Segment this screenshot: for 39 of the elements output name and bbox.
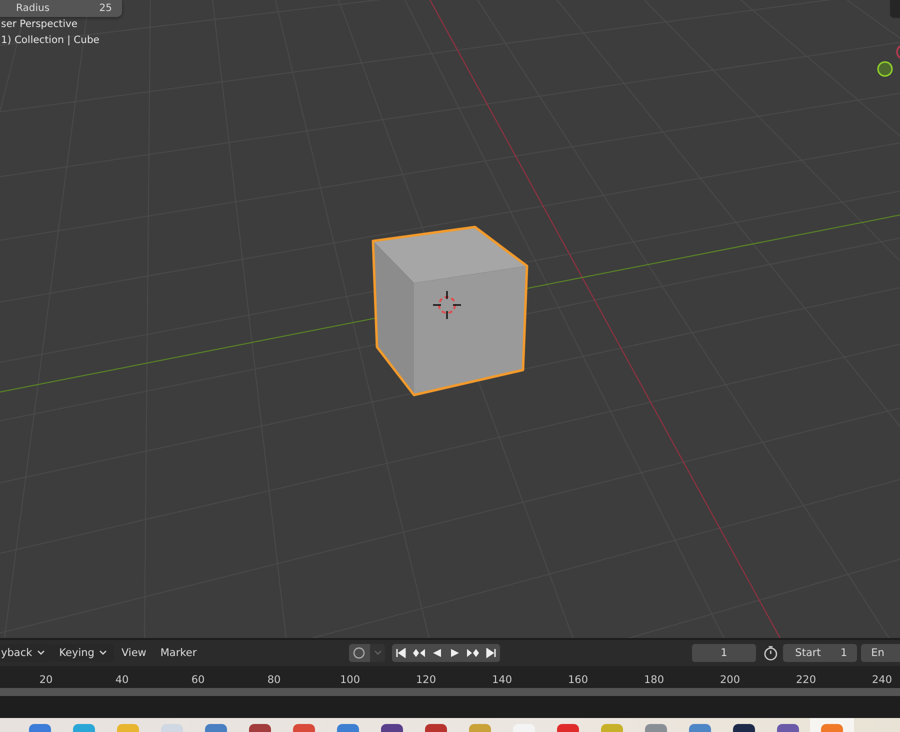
current-frame-field[interactable]: 1 <box>692 644 756 662</box>
frame-number: 140 <box>492 674 512 686</box>
view-name: ser Perspective <box>1 18 79 32</box>
caret-icon <box>37 650 46 656</box>
timeline-menu[interactable]: Marker <box>153 644 204 662</box>
stopwatch-icon[interactable] <box>762 645 778 661</box>
frame-number: 40 <box>115 674 129 686</box>
jump-start-icon <box>396 648 406 658</box>
start-frame-field[interactable]: Start 1 <box>783 644 858 662</box>
jump-end-icon <box>486 648 496 658</box>
frame-number: 180 <box>644 674 664 686</box>
jump-start-button[interactable] <box>392 644 410 662</box>
next-keyframe-icon <box>466 648 480 658</box>
frame-number: 120 <box>416 674 436 686</box>
play-reverse-icon <box>432 648 442 658</box>
y-axis-gizmo-icon[interactable] <box>877 61 893 77</box>
timeline-menu[interactable]: View <box>114 644 154 662</box>
caret-icon <box>374 650 382 656</box>
radius-field[interactable]: Radius 25 <box>0 0 122 17</box>
3d-viewport[interactable]: Radius 25 ser Perspective 1) Collection | Cube <box>0 0 900 638</box>
auto-keying-toggle[interactable] <box>348 644 370 662</box>
frame-number: 200 <box>720 674 740 686</box>
frame-number: 160 <box>568 674 588 686</box>
jump-end-button[interactable] <box>482 644 500 662</box>
collection-info: 1) Collection | Cube <box>1 34 100 48</box>
frame-number: 20 <box>39 674 53 686</box>
3d-cursor-icon <box>432 290 462 320</box>
play-icon <box>450 648 460 658</box>
frame-number: 220 <box>796 674 816 686</box>
caret-icon <box>99 650 108 656</box>
record-icon <box>353 647 366 659</box>
timeline-dropdown[interactable]: yback <box>0 644 52 662</box>
frame-number: 60 <box>191 674 205 686</box>
frame-number: 100 <box>340 674 360 686</box>
timeline-dropdown[interactable]: Keying <box>52 644 114 662</box>
end-frame-field[interactable]: En <box>861 644 900 662</box>
frame-number: 80 <box>267 674 281 686</box>
frame-number: 240 <box>872 674 892 686</box>
previous-keyframe-icon <box>412 648 426 658</box>
